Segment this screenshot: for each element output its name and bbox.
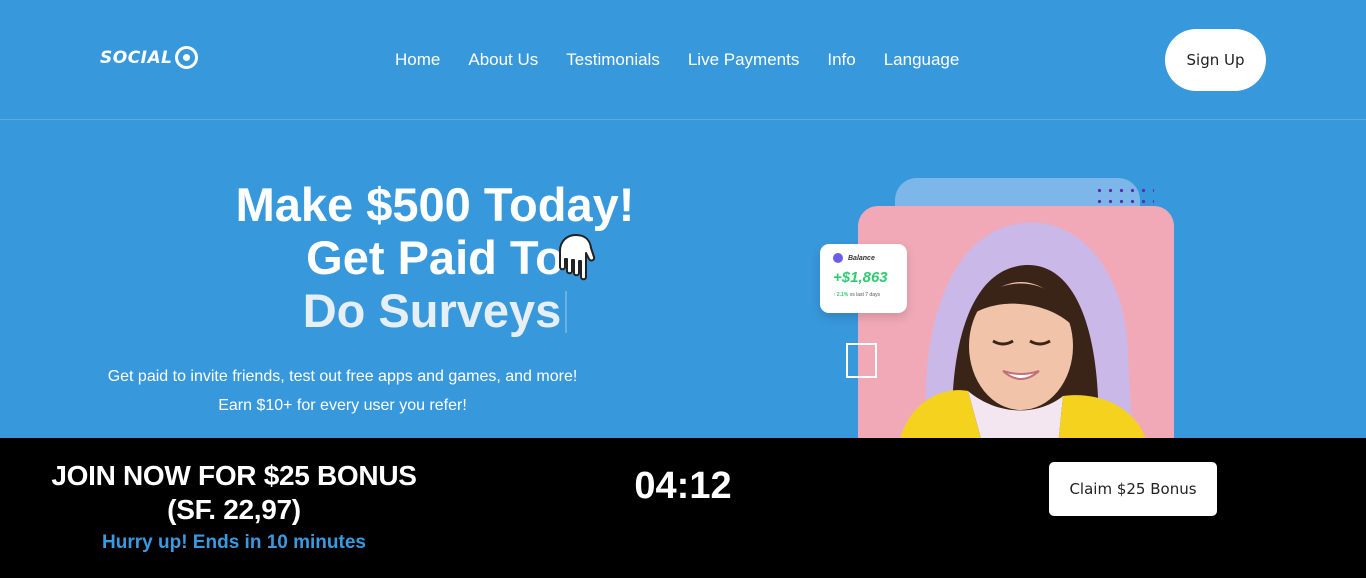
balance-title: Balance (848, 254, 875, 262)
hero-person-illustration (898, 222, 1148, 446)
nav-info[interactable]: Info (827, 50, 855, 70)
nav-home[interactable]: Home (395, 50, 440, 70)
balance-card: Balance +$1,863 ↑ 2.1% vs last 7 days (820, 244, 907, 313)
site-header: SOCIAL Home About Us Testimonials Live P… (0, 0, 1366, 120)
promo-headline-line-2: (SF. 22,97) (167, 494, 301, 525)
hero-line-3: Do Surveys (215, 284, 655, 337)
nav-testimonials[interactable]: Testimonials (566, 50, 660, 70)
balance-change: 2.1% (836, 292, 849, 298)
square-outline-decoration (846, 343, 877, 378)
balance-amount: +$1,863 (833, 269, 888, 286)
hero-image (858, 206, 1174, 446)
promo-headline: JOIN NOW FOR $25 BONUS (SF. 22,97) (30, 459, 438, 527)
promo-subtext: Hurry up! Ends in 10 minutes (102, 532, 366, 553)
balance-note: ↑ 2.1% vs last 7 days (833, 292, 907, 298)
hero-line-3-text: Do Surveys (302, 284, 562, 337)
nav-language[interactable]: Language (884, 50, 960, 70)
logo-mark-icon (174, 46, 198, 69)
nav-about-us[interactable]: About Us (468, 50, 538, 70)
logo[interactable]: SOCIAL (100, 46, 198, 69)
pointing-down-hand-icon (559, 234, 596, 281)
promo-headline-line-1: JOIN NOW FOR $25 BONUS (51, 460, 417, 491)
balance-icon (833, 253, 843, 263)
typing-caret (565, 291, 568, 333)
hero-line-1: Make $500 Today! (235, 178, 635, 231)
main-nav: Home About Us Testimonials Live Payments… (395, 50, 959, 70)
hero-line-2-text: Get Paid To (306, 231, 564, 284)
trend-up-icon: ↑ (833, 292, 836, 298)
logo-text: SOCIAL (100, 47, 173, 68)
hero-subtext: Get paid to invite friends, test out fre… (107, 368, 578, 414)
balance-card-header: Balance (833, 253, 907, 263)
balance-period: vs last 7 days (849, 292, 880, 298)
countdown-timer: 04:12 (634, 465, 732, 507)
nav-live-payments[interactable]: Live Payments (688, 50, 800, 70)
claim-bonus-button[interactable]: Claim $25 Bonus (1049, 462, 1217, 516)
sign-up-button[interactable]: Sign Up (1165, 29, 1266, 91)
